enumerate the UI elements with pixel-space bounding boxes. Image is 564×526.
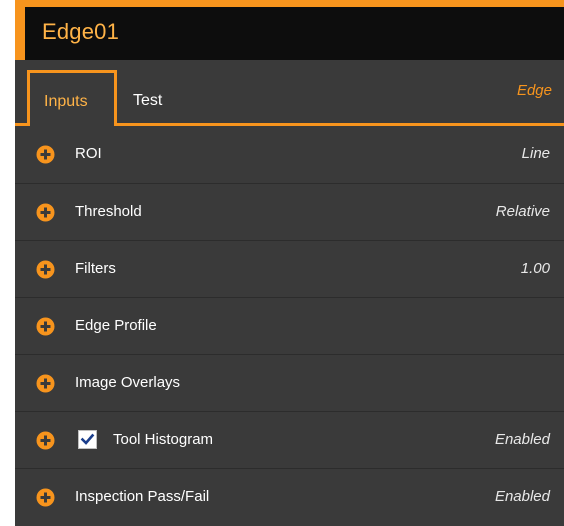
row-label: Tool Histogram (113, 431, 214, 448)
row-value: Enabled (494, 431, 550, 448)
tool-type-label: Edge (516, 82, 552, 99)
plus-circle-icon[interactable] (36, 203, 55, 222)
row-value: Enabled (494, 488, 550, 505)
plus-circle-icon[interactable] (36, 374, 55, 393)
plus-circle-icon[interactable] (36, 145, 55, 164)
plus-circle-icon[interactable] (36, 317, 55, 336)
list-item-image-overlays[interactable]: Image Overlays (15, 354, 564, 411)
list-item-roi[interactable]: ROI Line (15, 126, 564, 183)
list-item-filters[interactable]: Filters 1.00 (15, 240, 564, 297)
row-value: Relative (495, 203, 550, 220)
list-item-edge-profile[interactable]: Edge Profile (15, 297, 564, 354)
list-item-threshold[interactable]: Threshold Relative (15, 183, 564, 240)
tab-inputs[interactable]: Inputs (27, 70, 117, 129)
title-bar: Edge01 (15, 7, 564, 60)
row-label: Image Overlays (75, 374, 181, 391)
tool-title: Edge01 (42, 19, 120, 44)
tool-histogram-checkbox[interactable] (78, 430, 97, 449)
row-label: Threshold (75, 203, 142, 220)
row-value: 1.00 (520, 260, 550, 277)
list-item-inspection-pass-fail[interactable]: Inspection Pass/Fail Enabled (15, 468, 564, 525)
tab-test[interactable]: Test (118, 70, 188, 126)
plus-circle-icon[interactable] (36, 260, 55, 279)
list-item-tool-histogram[interactable]: Tool Histogram Enabled (15, 411, 564, 468)
tool-panel: Edge01 Inputs Test Edge ROI Line Thresho… (15, 0, 564, 526)
row-label: ROI (75, 145, 102, 162)
row-label: Edge Profile (75, 317, 157, 334)
plus-circle-icon[interactable] (36, 488, 55, 507)
tab-inputs-label: Inputs (44, 93, 88, 110)
row-label: Filters (75, 260, 116, 277)
input-list: ROI Line Threshold Relative Filters 1.00… (15, 126, 564, 525)
row-value: Line (521, 145, 550, 162)
title-accent-stripe (15, 7, 25, 60)
tab-test-label: Test (133, 92, 163, 109)
top-accent-bar (15, 0, 564, 7)
plus-circle-icon[interactable] (36, 431, 55, 450)
row-label: Inspection Pass/Fail (75, 488, 210, 505)
tab-row: Inputs Test Edge (15, 60, 564, 129)
